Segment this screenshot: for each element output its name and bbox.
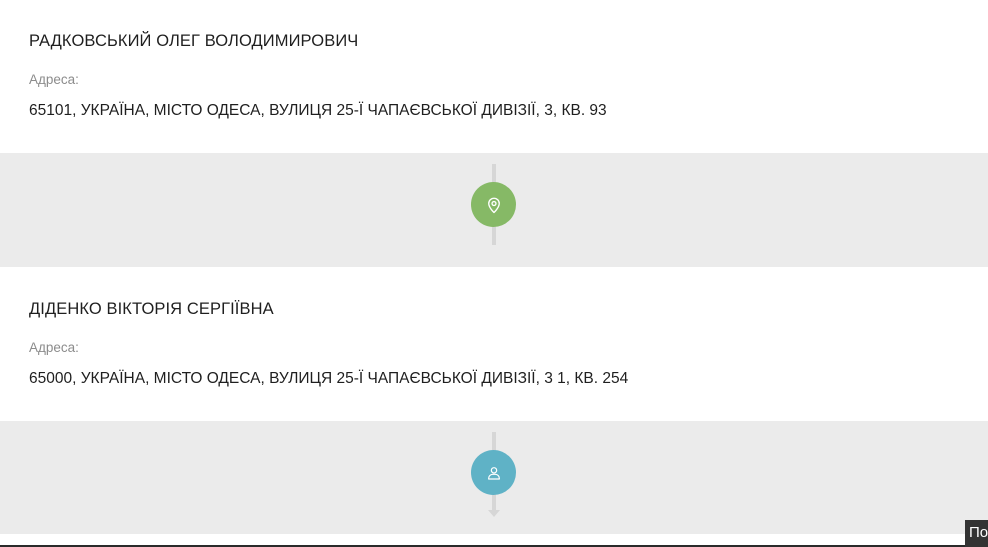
user-icon (487, 466, 500, 480)
person-card: ДІДЕНКО ВІКТОРІЯ СЕРГІЇВНА Адреса: 65000… (0, 267, 988, 421)
address-value: 65000, УКРАЇНА, МІСТО ОДЕСА, ВУЛИЦЯ 25-Ї… (29, 370, 629, 387)
address-label: Адреса: (29, 72, 79, 87)
location-pin-icon (487, 197, 500, 213)
arrow-down-icon (488, 510, 500, 517)
connector-address (0, 153, 988, 267)
person-name[interactable]: ДІДЕНКО ВІКТОРІЯ СЕРГІЇВНА (29, 300, 274, 319)
person-name[interactable]: РАДКОВСЬКИЙ ОЛЕГ ВОЛОДИМИРОВИЧ (29, 32, 358, 51)
person-card: РАДКОВСЬКИЙ ОЛЕГ ВОЛОДИМИРОВИЧ Адреса: 6… (0, 0, 988, 153)
connector-person (0, 421, 988, 534)
address-value: 65101, УКРАЇНА, МІСТО ОДЕСА, ВУЛИЦЯ 25-Ї… (29, 102, 607, 119)
bottom-strip (0, 534, 988, 547)
address-label: Адреса: (29, 340, 79, 355)
corner-popup[interactable]: По (965, 520, 988, 547)
person-node[interactable] (471, 450, 516, 495)
page: РАДКОВСЬКИЙ ОЛЕГ ВОЛОДИМИРОВИЧ Адреса: 6… (0, 0, 988, 547)
address-node[interactable] (471, 182, 516, 227)
